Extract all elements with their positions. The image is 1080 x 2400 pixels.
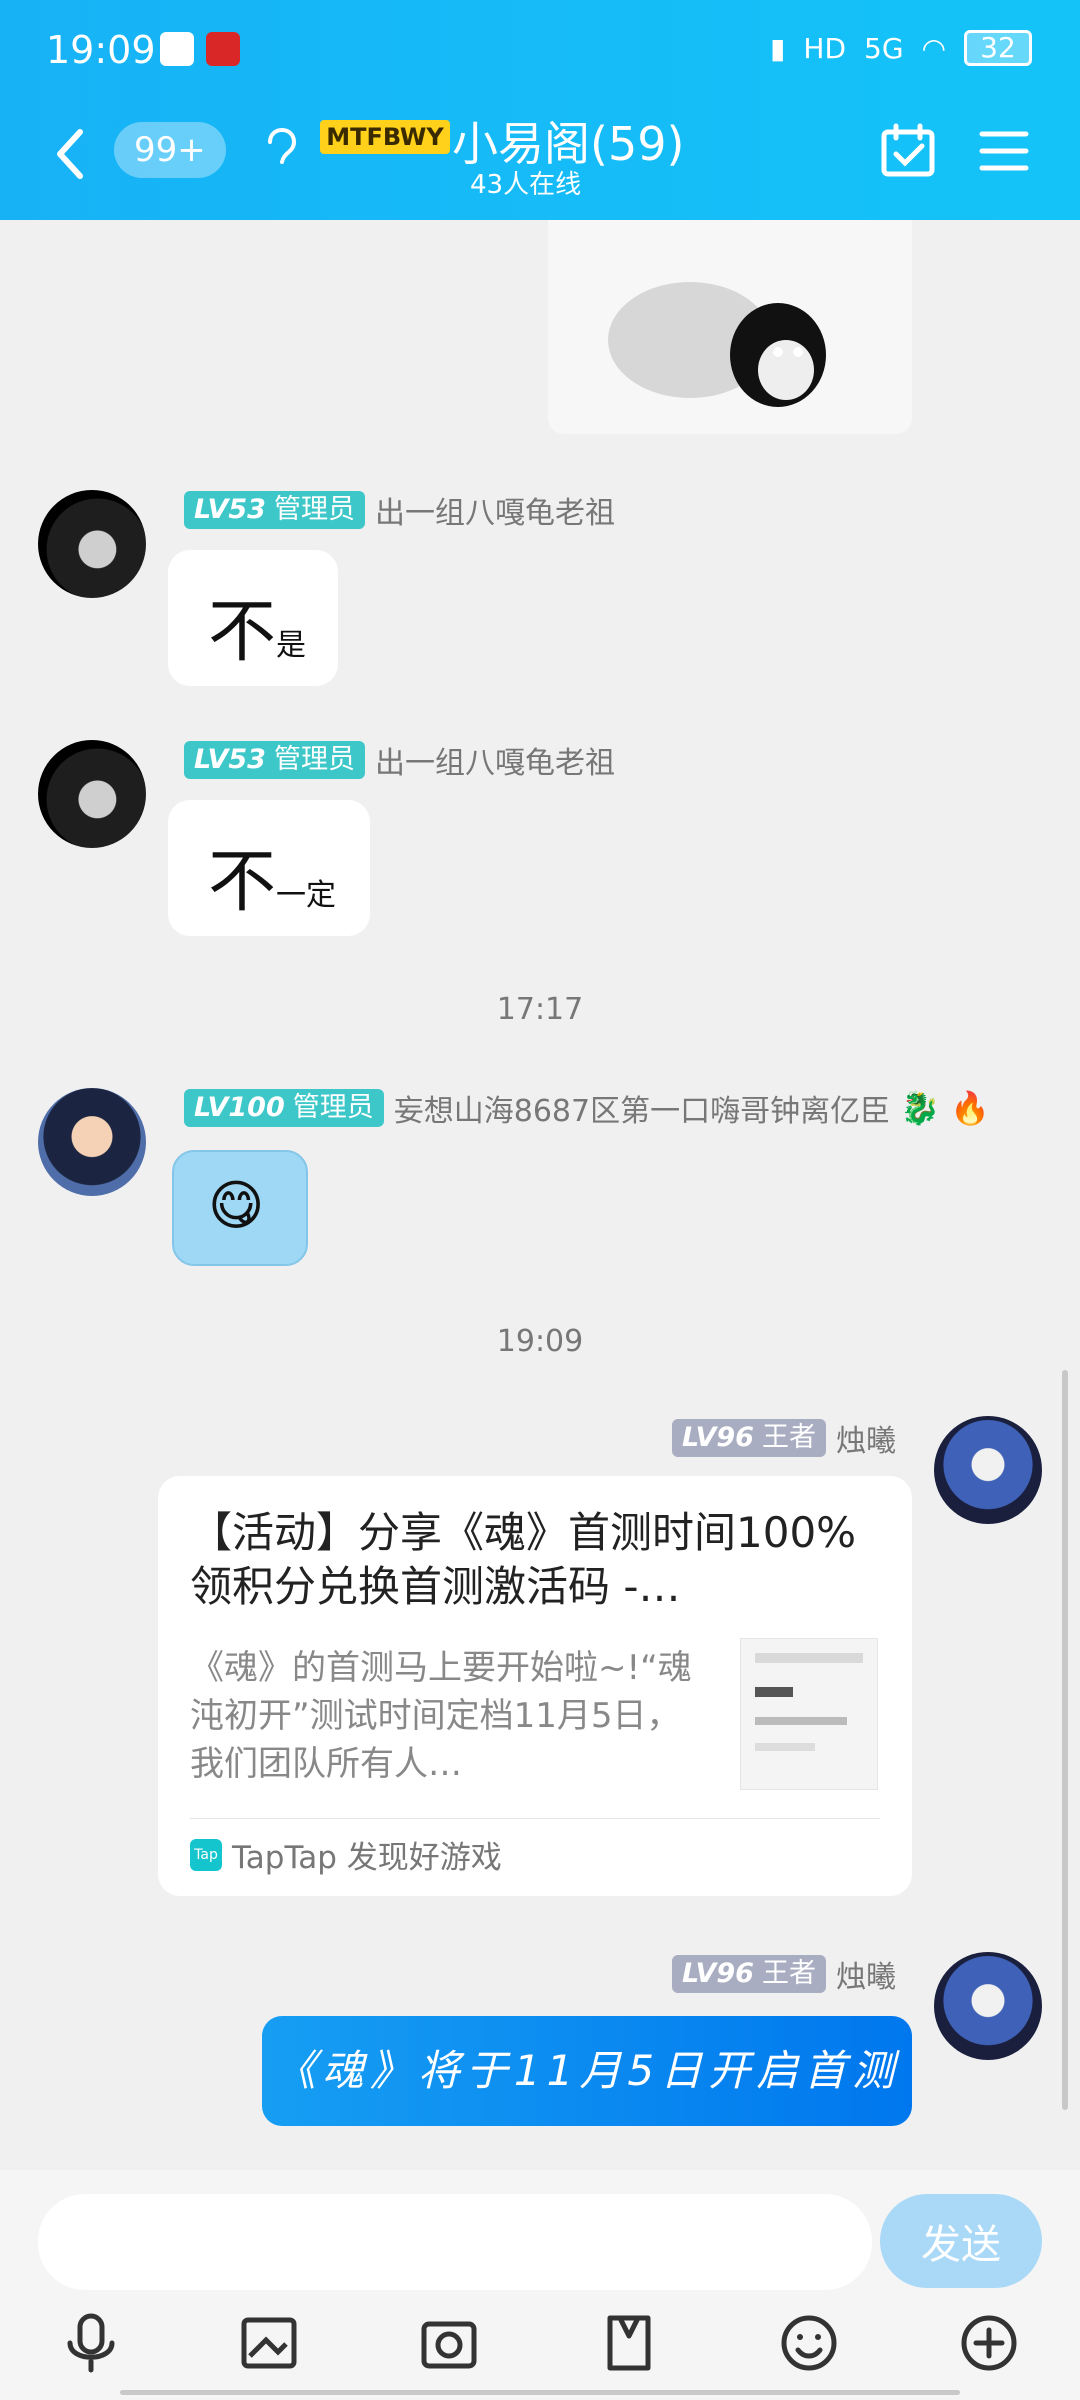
role-text: 管理员 bbox=[292, 1092, 374, 1123]
add-icon[interactable] bbox=[958, 2312, 1020, 2374]
notification-app-icon bbox=[160, 32, 194, 66]
share-card-description: 《魂》的首测马上要开始啦~!“魂沌初开”测试时间定档11月5日，我们团队所有人… bbox=[190, 1648, 692, 1784]
calendar-icon[interactable] bbox=[880, 122, 936, 178]
unread-count-badge[interactable]: 99+ bbox=[114, 122, 226, 178]
message-small-text: 是 bbox=[276, 628, 306, 663]
notification-red-app-icon bbox=[206, 32, 240, 66]
level-badge: LV53 管理员 bbox=[184, 741, 365, 779]
level-badge: LV96 王者 bbox=[672, 1419, 826, 1457]
message-small-text: 一定 bbox=[276, 878, 336, 913]
level-text: LV100 bbox=[194, 1092, 285, 1123]
role-text: 管理员 bbox=[273, 494, 355, 525]
network-label: 5G bbox=[864, 31, 904, 65]
sender-name: 出一组八嘎龟老祖 bbox=[374, 746, 615, 781]
level-text: LV53 bbox=[194, 744, 266, 775]
message-sender-row: LV96 王者 烛曦 bbox=[672, 1416, 896, 1460]
sender-name: 出一组八嘎龟老祖 bbox=[374, 496, 615, 531]
penguin-sticker-drawing bbox=[608, 282, 826, 407]
avatar[interactable] bbox=[934, 1952, 1042, 2060]
avatar[interactable] bbox=[38, 740, 146, 848]
image-icon[interactable] bbox=[238, 2312, 300, 2374]
sender-name: 妄想山海8687区第一口嗨哥钟离亿臣 bbox=[393, 1094, 891, 1129]
share-thumbnail-drawing bbox=[755, 1653, 863, 1751]
share-card-source: Tap TapTap 发现好游戏 bbox=[190, 1832, 502, 1877]
emoji-bubble[interactable]: 😋 bbox=[172, 1150, 308, 1266]
message-large-text: 不 bbox=[208, 593, 277, 672]
battery-indicator: 32 bbox=[964, 30, 1032, 66]
message-bubble[interactable]: 不 一定 bbox=[168, 800, 370, 936]
share-source-label: TapTap 发现好游戏 bbox=[232, 1840, 502, 1876]
message-large-text: 不 bbox=[208, 843, 277, 922]
role-text: 管理员 bbox=[273, 744, 355, 775]
avatar[interactable] bbox=[934, 1416, 1042, 1524]
status-icons: ▮ HD 5G ◠ 32 bbox=[770, 30, 1032, 66]
chat-header: 19:09 ▮ HD 5G ◠ 32 99+ MTFBWY 小易阁(59) 43… bbox=[0, 0, 1080, 220]
message-input-bar: 发送 bbox=[0, 2170, 1080, 2400]
share-card-thumbnail bbox=[740, 1638, 878, 1790]
level-badge: LV100 管理员 bbox=[184, 1089, 384, 1127]
level-text: LV53 bbox=[194, 494, 266, 525]
microphone-icon[interactable] bbox=[60, 2312, 122, 2374]
penguin-sticker-image bbox=[548, 220, 912, 434]
sender-name: 烛曦 bbox=[835, 1960, 896, 1995]
wifi-icon: ◠ bbox=[921, 31, 946, 65]
message-bubble[interactable]: 不 是 bbox=[168, 550, 338, 686]
dragon-emoji-icon: 🐉 bbox=[900, 1089, 940, 1127]
chat-scrollbar[interactable] bbox=[1062, 1370, 1068, 2110]
message-timestamp: 17:17 bbox=[496, 992, 584, 1027]
message-timestamp: 19:09 bbox=[496, 1324, 584, 1359]
hd-label: HD bbox=[803, 31, 847, 65]
eating-emoji-icon: 😋 bbox=[208, 1174, 265, 1237]
share-card[interactable]: 【活动】分享《魂》首测时间100%领积分兑换首测激活码 -… 《魂》的首测马上要… bbox=[158, 1476, 912, 1896]
message-input[interactable] bbox=[38, 2194, 872, 2290]
status-time: 19:09 bbox=[46, 28, 156, 72]
message-sender-row: LV53 管理员 出一组八嘎龟老祖 bbox=[184, 738, 615, 782]
level-badge: LV53 管理员 bbox=[184, 491, 365, 529]
chat-message-list[interactable]: LV53 管理员 出一组八嘎龟老祖 不 是 LV53 管理员 出一组八嘎龟老祖 不 … bbox=[0, 220, 1080, 2170]
back-icon[interactable] bbox=[50, 124, 90, 184]
blue-message-bubble[interactable]: 《魂》将于11月5日开启首测 bbox=[262, 2016, 912, 2126]
avatar[interactable] bbox=[38, 1088, 146, 1196]
gesture-bar bbox=[120, 2390, 960, 2395]
group-badge: MTFBWY bbox=[320, 120, 450, 154]
file-icon[interactable] bbox=[598, 2312, 660, 2374]
online-count: 43人在线 bbox=[470, 170, 582, 200]
emoji-icon[interactable] bbox=[778, 2312, 840, 2374]
vibrate-icon: ▮ bbox=[770, 31, 786, 65]
status-bar: 19:09 ▮ HD 5G ◠ 32 bbox=[0, 0, 1080, 100]
share-card-divider bbox=[190, 1818, 880, 1819]
message-sender-row: LV96 王者 烛曦 bbox=[672, 1952, 896, 1996]
role-text: 王者 bbox=[761, 1422, 816, 1453]
share-card-title[interactable]: 【活动】分享《魂》首测时间100%领积分兑换首测激活码 -… bbox=[190, 1506, 870, 1614]
level-text: LV96 bbox=[682, 1422, 754, 1453]
send-button[interactable]: 发送 bbox=[880, 2194, 1042, 2288]
message-sender-row: LV53 管理员 出一组八嘎龟老祖 bbox=[184, 488, 615, 532]
camera-icon[interactable] bbox=[418, 2312, 480, 2374]
role-text: 王者 bbox=[761, 1958, 816, 1989]
menu-icon[interactable] bbox=[978, 128, 1030, 174]
level-text: LV96 bbox=[682, 1958, 754, 1989]
message-sender-row: LV100 管理员 妄想山海8687区第一口嗨哥钟离亿臣 🐉 🔥 bbox=[184, 1086, 990, 1130]
taptap-logo-icon: Tap bbox=[190, 1838, 222, 1871]
ear-icon[interactable] bbox=[260, 118, 300, 168]
avatar[interactable] bbox=[38, 490, 146, 598]
level-badge: LV96 王者 bbox=[672, 1955, 826, 1993]
fire-emoji-icon: 🔥 bbox=[949, 1089, 990, 1127]
sender-name: 烛曦 bbox=[835, 1424, 896, 1459]
